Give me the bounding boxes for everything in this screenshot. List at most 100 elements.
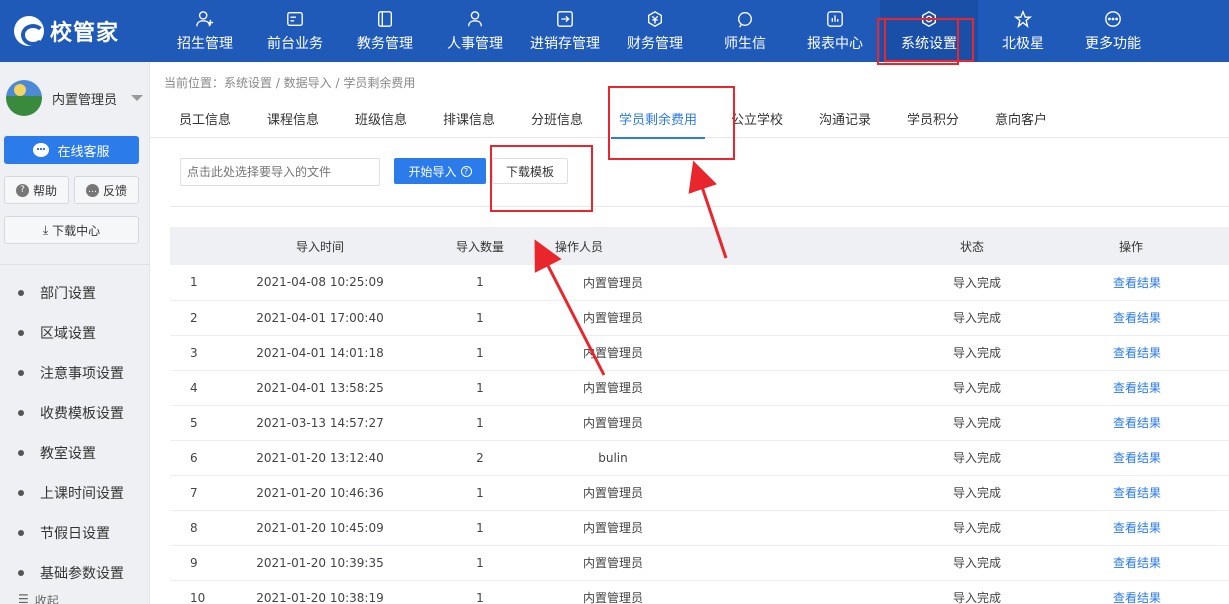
view-result-link[interactable]: 查看结果 [1113, 591, 1161, 604]
help-icon: ? [460, 165, 472, 177]
nav-item-reports[interactable]: 报表中心 [790, 0, 880, 62]
view-result-link[interactable]: 查看结果 [1113, 381, 1161, 395]
nav-item-hr[interactable]: 人事管理 [430, 0, 520, 62]
view-result-link[interactable]: 查看结果 [1113, 416, 1161, 430]
import-count-cell: 1 [476, 380, 484, 395]
tab-classes[interactable]: 班级信息 [355, 98, 407, 138]
bullet-icon [18, 570, 24, 576]
user-menu[interactable]: 内置管理员 [0, 62, 149, 134]
nav-label: 前台业务 [267, 36, 323, 52]
import-count-cell: 1 [476, 520, 484, 535]
tab-staff[interactable]: 员工信息 [179, 98, 231, 138]
view-result-link[interactable]: 查看结果 [1113, 276, 1161, 290]
nav-label: 教务管理 [357, 36, 413, 52]
action-cell: 查看结果 [1113, 265, 1229, 300]
sidebar-item-classroom[interactable]: 教室设置 [0, 433, 149, 473]
operator-cell: 内置管理员 [560, 370, 960, 405]
operator-cell: 内置管理员 [560, 545, 960, 580]
sidebar-item-fee-template[interactable]: 收费模板设置 [0, 393, 149, 433]
sidebar-item-label: 基础参数设置 [40, 566, 124, 582]
action-cell: 查看结果 [1113, 475, 1229, 510]
annotation-box-template [490, 145, 593, 212]
operator-name: 内置管理员 [582, 311, 643, 325]
help-row: ? 帮助 … 反馈 [4, 176, 139, 204]
nav-item-finance[interactable]: 财务管理 [610, 0, 700, 62]
caret-down-icon [131, 95, 144, 101]
tab-schedule[interactable]: 排课信息 [443, 98, 495, 138]
tab-public-schools[interactable]: 公立学校 [731, 98, 783, 138]
sidebar-item-class-time[interactable]: 上课时间设置 [0, 473, 149, 513]
column-header-action: 操作 [1119, 239, 1144, 254]
feedback-icon: … [85, 183, 99, 197]
nav-item-front-desk[interactable]: 前台业务 [250, 0, 340, 62]
view-result-link[interactable]: 查看结果 [1113, 451, 1161, 465]
nav-item-messaging[interactable]: 师生信 [700, 0, 790, 62]
tab-communication[interactable]: 沟通记录 [819, 98, 871, 138]
book-icon [375, 9, 395, 29]
brand-logo[interactable]: 校管家 [0, 0, 160, 62]
table-row: 3 2021-04-01 14:01:18 1 内置管理员 导入完成 查看结果 [170, 335, 1229, 370]
online-service-button[interactable]: 在线客服 [4, 136, 139, 164]
file-select-input[interactable] [180, 158, 380, 186]
feedback-button[interactable]: … 反馈 [74, 176, 139, 204]
sidebar-item-notices[interactable]: 注意事项设置 [0, 353, 149, 393]
top-nav-bar: 校管家 招生管理 前台业务 教务管理 人事管理 进销存管理 财务管理 师生信 报… [0, 0, 1229, 62]
help-button[interactable]: ? 帮助 [4, 176, 69, 204]
import-time-cell: 2021-01-20 10:38:19 [256, 590, 384, 604]
nav-label: 师生信 [724, 36, 766, 52]
bullet-icon [18, 370, 24, 376]
table-row: 1 2021-04-08 10:25:09 1 内置管理员 导入完成 查看结果 [170, 265, 1229, 300]
operator-cell: 内置管理员 [560, 300, 960, 335]
operator-name: bulin [598, 450, 628, 465]
import-count-cell: 2 [476, 450, 484, 465]
action-cell: 查看结果 [1113, 300, 1229, 335]
operator-name: 内置管理员 [582, 556, 643, 570]
nav-item-academic[interactable]: 教务管理 [340, 0, 430, 62]
start-import-button[interactable]: 开始导入 ? [394, 158, 486, 184]
tab-student-points[interactable]: 学员积分 [907, 98, 959, 138]
import-time-cell: 2021-01-20 10:39:35 [256, 555, 384, 570]
table-row: 6 2021-01-20 13:12:40 2 bulin 导入完成 查看结果 [170, 440, 1229, 475]
sidebar-item-base-params[interactable]: 基础参数设置 [0, 553, 149, 593]
view-result-link[interactable]: 查看结果 [1113, 556, 1161, 570]
status-cell: 导入完成 [953, 545, 1119, 580]
status-cell: 导入完成 [953, 510, 1119, 545]
action-cell: 查看结果 [1113, 440, 1229, 475]
nav-label: 人事管理 [447, 36, 503, 52]
nav-label: 招生管理 [177, 36, 233, 52]
column-header-operator: 操作人员 [555, 239, 604, 254]
status-text: 导入完成 [952, 451, 1001, 465]
view-result-link[interactable]: 查看结果 [1113, 521, 1161, 535]
import-count-cell: 1 [476, 555, 484, 570]
nav-item-inventory[interactable]: 进销存管理 [520, 0, 610, 62]
report-icon [825, 9, 845, 29]
sidebar-item-department[interactable]: 部门设置 [0, 273, 149, 313]
tab-prospects[interactable]: 意向客户 [995, 98, 1047, 138]
tab-class-assignment[interactable]: 分班信息 [531, 98, 583, 138]
status-text: 导入完成 [952, 416, 1001, 430]
tab-courses[interactable]: 课程信息 [267, 98, 319, 138]
sidebar-item-label: 部门设置 [40, 286, 96, 302]
view-result-link[interactable]: 查看结果 [1113, 486, 1161, 500]
row-index: 2 [190, 310, 198, 325]
nav-item-more[interactable]: 更多功能 [1068, 0, 1158, 62]
sidebar-item-label: 上课时间设置 [40, 486, 124, 502]
collapse-sidebar-button[interactable]: ☰ 收起 [0, 592, 150, 604]
table-row: 8 2021-01-20 10:45:09 1 内置管理员 导入完成 查看结果 [170, 510, 1229, 545]
download-center-label: 下载中心 [52, 223, 101, 238]
table-row: 2 2021-04-01 17:00:40 1 内置管理员 导入完成 查看结果 [170, 300, 1229, 335]
sidebar-item-region[interactable]: 区域设置 [0, 313, 149, 353]
view-result-link[interactable]: 查看结果 [1113, 311, 1161, 325]
view-result-link[interactable]: 查看结果 [1113, 346, 1161, 360]
status-text: 导入完成 [952, 311, 1001, 325]
logo-icon [14, 16, 45, 46]
import-count-cell: 1 [476, 485, 484, 500]
nav-item-admissions[interactable]: 招生管理 [160, 0, 250, 62]
download-center-button[interactable]: ⤓ 下载中心 [4, 216, 139, 244]
sidebar-item-holidays[interactable]: 节假日设置 [0, 513, 149, 553]
sidebar-item-label: 教室设置 [40, 446, 96, 462]
nav-item-polaris[interactable]: 北极星 [978, 0, 1068, 62]
bullet-icon [18, 410, 24, 416]
row-index: 5 [190, 415, 198, 430]
status-cell: 导入完成 [953, 265, 1119, 300]
